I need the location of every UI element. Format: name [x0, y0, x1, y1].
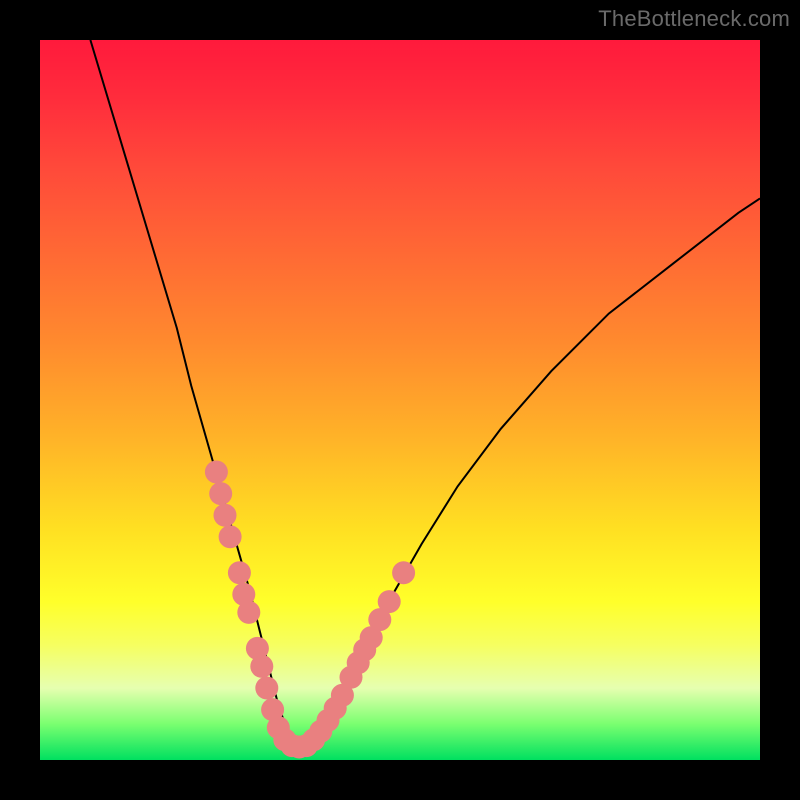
plot-area [40, 40, 760, 760]
curve-marker [209, 482, 232, 505]
curve-svg [40, 40, 760, 760]
marker-group [205, 461, 415, 759]
curve-marker [205, 461, 228, 484]
curve-marker [250, 655, 273, 678]
curve-marker [237, 601, 260, 624]
curve-marker [219, 525, 242, 548]
watermark-text: TheBottleneck.com [598, 6, 790, 32]
curve-marker [392, 561, 415, 584]
chart-frame: TheBottleneck.com [0, 0, 800, 800]
bottleneck-curve [90, 40, 760, 746]
curve-marker [378, 590, 401, 613]
curve-marker [255, 677, 278, 700]
curve-marker [228, 561, 251, 584]
curve-marker [214, 504, 237, 527]
